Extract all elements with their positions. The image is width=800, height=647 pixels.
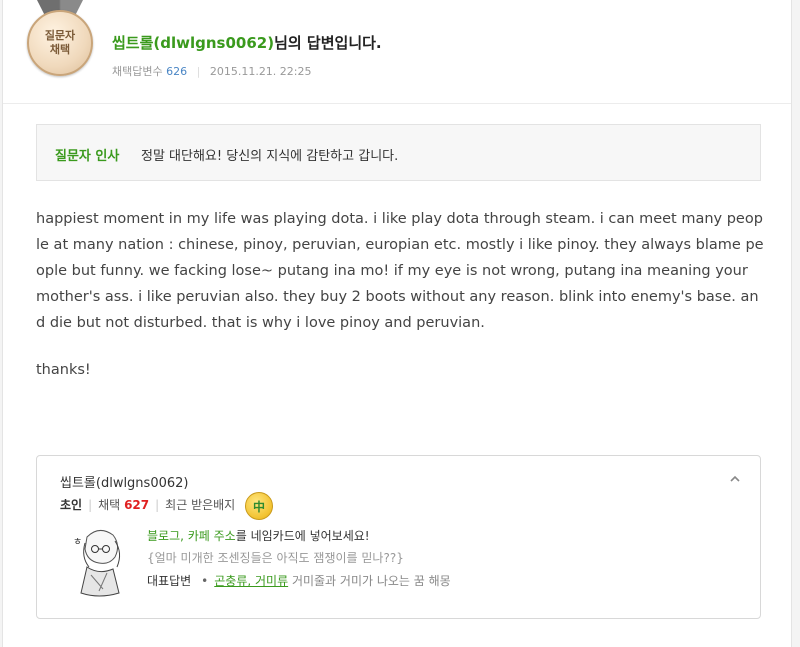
profile-rank: 초인 bbox=[60, 498, 83, 512]
badge-icon[interactable]: 中 bbox=[245, 492, 273, 520]
profile-stats: 초인 | 채택 627 | 최근 받은배지 bbox=[60, 496, 235, 513]
rep-category-link[interactable]: 곤충류, 거미류 bbox=[214, 574, 288, 588]
stats-separator: | bbox=[88, 498, 93, 512]
chevron-up-icon[interactable] bbox=[730, 474, 740, 484]
svg-text:ㅎ: ㅎ bbox=[73, 537, 82, 548]
profile-card: 씹트롤(dlwlgns0062) 초인 | 채택 627 | 최근 받은배지 中 ㅎ bbox=[36, 455, 761, 619]
meta-separator: | bbox=[196, 65, 201, 78]
adopted-count: 626 bbox=[166, 65, 188, 78]
answer-title: 씹트롤(dlwlgns0062)님의 답변입니다. bbox=[112, 32, 382, 53]
namecard-promo: 블로그, 카페 주소를 네임카드에 넣어보세요! bbox=[147, 527, 370, 544]
profile-name[interactable]: 씹트롤(dlwlgns0062) bbox=[60, 472, 188, 491]
representative-answer: 대표답변 • 곤충류, 거미류 거미줄과 거미가 나오는 꿈 해몽 bbox=[147, 572, 451, 589]
answer-datetime: 2015.11.21. 22:25 bbox=[209, 65, 312, 78]
medal-label-line1: 질문자 bbox=[44, 29, 76, 42]
promo-highlight[interactable]: 블로그, 카페 주소 bbox=[147, 529, 236, 543]
stats-separator: | bbox=[155, 498, 160, 512]
profile-adopted-count: 627 bbox=[124, 498, 150, 512]
profile-adopted-label: 채택 bbox=[98, 498, 121, 512]
adopted-label: 채택답변수 bbox=[112, 65, 163, 78]
promo-rest: 를 네임카드에 넣어보세요! bbox=[235, 529, 370, 543]
medal-disc: 질문자 채택 bbox=[27, 10, 93, 76]
answer-body: happiest moment in my life was playing d… bbox=[36, 211, 764, 331]
title-suffix: 님의 답변입니다. bbox=[274, 34, 382, 52]
thanks-label: 질문자 인사 bbox=[55, 149, 120, 164]
badge-label: 최근 받은배지 bbox=[165, 498, 236, 512]
profile-quote: {얼마 미개한 조센징들은 아직도 잼쟁이를 믿나??} bbox=[147, 551, 404, 565]
badge-char: 中 bbox=[252, 499, 265, 514]
header-divider bbox=[3, 103, 791, 104]
rep-answer-title[interactable]: 거미줄과 거미가 나오는 꿈 해몽 bbox=[288, 574, 451, 588]
questioner-thanks-box: 질문자 인사 정말 대단해요! 당신의 지식에 감탄하고 갑니다. bbox=[36, 124, 761, 181]
medal-label-line2: 채택 bbox=[49, 43, 71, 56]
rep-label: 대표답변 bbox=[147, 574, 192, 588]
answer-card: 질문자 채택 씹트롤(dlwlgns0062)님의 답변입니다. 채택답변수 6… bbox=[2, 0, 792, 647]
medal-icon: 질문자 채택 bbox=[25, 0, 95, 84]
answer-closing: thanks! bbox=[36, 362, 91, 378]
avatar[interactable]: ㅎ bbox=[69, 523, 131, 599]
answerer-username[interactable]: 씹트롤(dlwlgns0062) bbox=[112, 34, 274, 52]
answer-meta: 채택답변수 626 | 2015.11.21. 22:25 bbox=[112, 63, 312, 79]
rep-bullet: • bbox=[201, 574, 209, 588]
thanks-message: 정말 대단해요! 당신의 지식에 감탄하고 갑니다. bbox=[141, 149, 399, 164]
